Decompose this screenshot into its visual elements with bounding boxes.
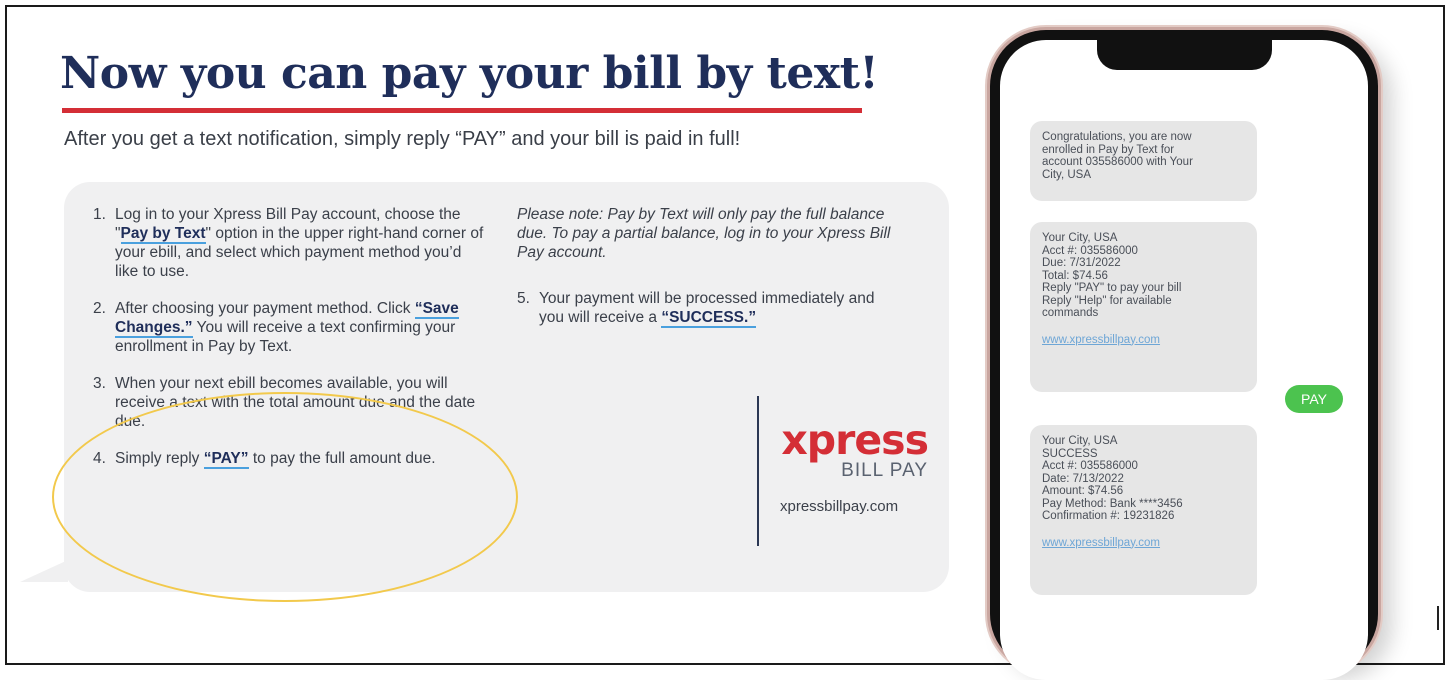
- step-number: 1.: [93, 206, 106, 223]
- sms-line: Your City, USA: [1042, 435, 1118, 447]
- sms-message-bill: Your City, USA Acct #: 035586000 Due: 7/…: [1030, 222, 1257, 392]
- phone-side-button: [985, 150, 989, 188]
- sms-message-enrollment: Congratulations, you are now enrolled in…: [1030, 121, 1257, 201]
- sms-line: enrolled in Pay by Text for: [1042, 143, 1175, 156]
- sms-link[interactable]: www.xpressbillpay.com: [1042, 334, 1245, 347]
- phone-notch: [1097, 40, 1272, 70]
- phone-mockup: Congratulations, you are now enrolled in…: [990, 30, 1378, 680]
- sms-line: Pay Method: Bank ****3456: [1042, 497, 1183, 510]
- logo-wordmark: xpress: [781, 416, 929, 464]
- step-text-part: After choosing your payment method. Clic…: [115, 300, 415, 317]
- sms-line: Due: 7/31/2022: [1042, 257, 1121, 269]
- step-text: Log in to your Xpress Bill Pay account, …: [115, 205, 488, 281]
- step-number: 5.: [517, 290, 530, 307]
- step-number: 2.: [93, 300, 106, 317]
- step-number: 3.: [93, 375, 106, 392]
- headline-underline: [62, 108, 862, 113]
- step-text: After choosing your payment method. Clic…: [115, 299, 488, 356]
- sms-line: Congratulations, you are now: [1042, 131, 1192, 143]
- sms-line: Reply "Help" for available: [1042, 294, 1172, 307]
- sms-line: SUCCESS: [1042, 447, 1098, 460]
- sms-line: Total: $74.56: [1042, 269, 1108, 282]
- sms-line: Amount: $74.56: [1042, 485, 1124, 497]
- step-text: Your payment will be processed immediate…: [539, 289, 897, 328]
- headline: Now you can pay your bill by text!: [60, 48, 879, 99]
- phone-side-button: [985, 295, 989, 355]
- sms-line: Your City, USA: [1042, 232, 1118, 244]
- sms-line: Reply "PAY" to pay your bill: [1042, 282, 1182, 294]
- sms-line: Confirmation #: 19231826: [1042, 510, 1175, 522]
- step-item: 2. After choosing your payment method. C…: [93, 299, 488, 356]
- sms-line: Acct #: 035586000: [1042, 244, 1138, 257]
- sms-line: commands: [1042, 307, 1099, 319]
- phone-screen: Congratulations, you are now enrolled in…: [1000, 40, 1368, 680]
- sms-link[interactable]: www.xpressbillpay.com: [1042, 537, 1245, 550]
- sms-line: account 035586000 with Your: [1042, 156, 1193, 168]
- text-cursor: [1437, 606, 1439, 630]
- sms-line: City, USA: [1042, 168, 1091, 181]
- sms-line: Date: 7/13/2022: [1042, 472, 1124, 485]
- sms-message-success: Your City, USA SUCCESS Acct #: 035586000…: [1030, 425, 1257, 595]
- step-keyword-pay-by-text: Pay by Text: [120, 225, 206, 244]
- website-link[interactable]: xpressbillpay.com: [780, 498, 898, 515]
- logo-divider: [757, 396, 759, 546]
- sms-line: Acct #: 035586000: [1042, 460, 1138, 472]
- xpress-bill-pay-logo: xpress BILL PAY: [778, 416, 929, 482]
- partial-balance-note: Please note: Pay by Text will only pay t…: [517, 206, 891, 261]
- sms-reply-pay: PAY: [1285, 385, 1343, 413]
- step-item: 5. Your payment will be processed immedi…: [517, 289, 897, 328]
- step-item: 1. Log in to your Xpress Bill Pay accoun…: [93, 205, 488, 281]
- panel-speech-tail: [20, 560, 68, 582]
- phone-side-button: [985, 215, 989, 275]
- step-keyword-success: “SUCCESS.”: [661, 309, 757, 328]
- highlight-ellipse: [52, 392, 518, 602]
- subheadline: After you get a text notification, simpl…: [64, 128, 741, 150]
